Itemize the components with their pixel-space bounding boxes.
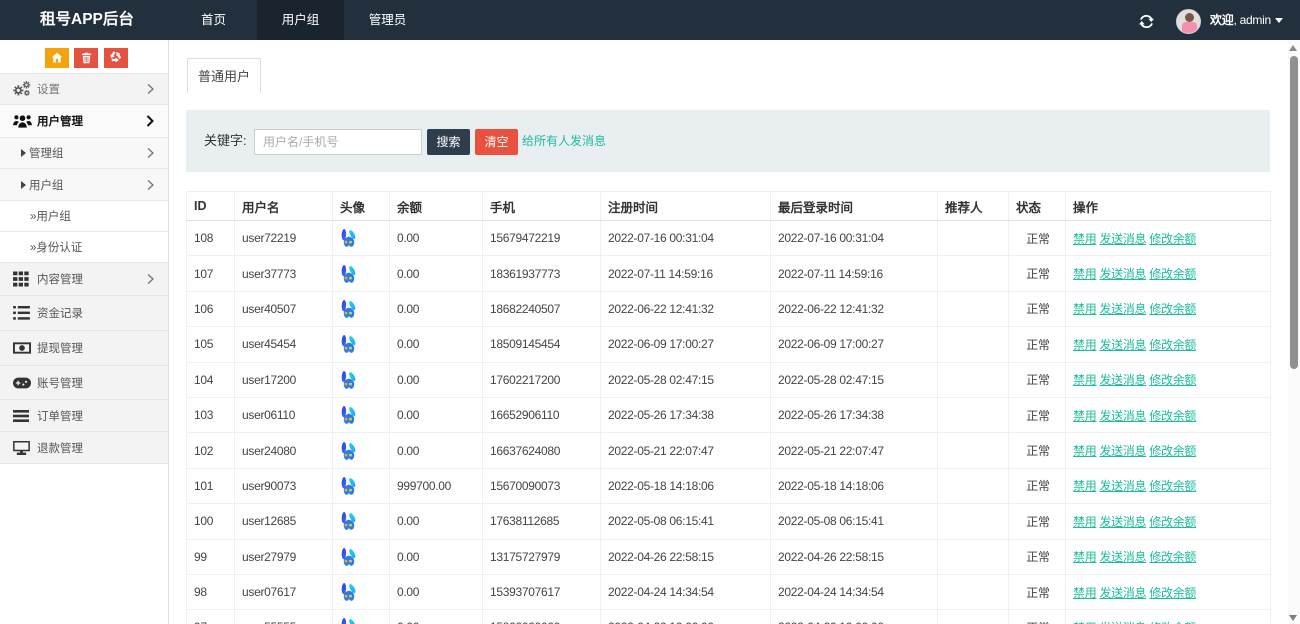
svg-text:0: 0 (20, 345, 24, 352)
